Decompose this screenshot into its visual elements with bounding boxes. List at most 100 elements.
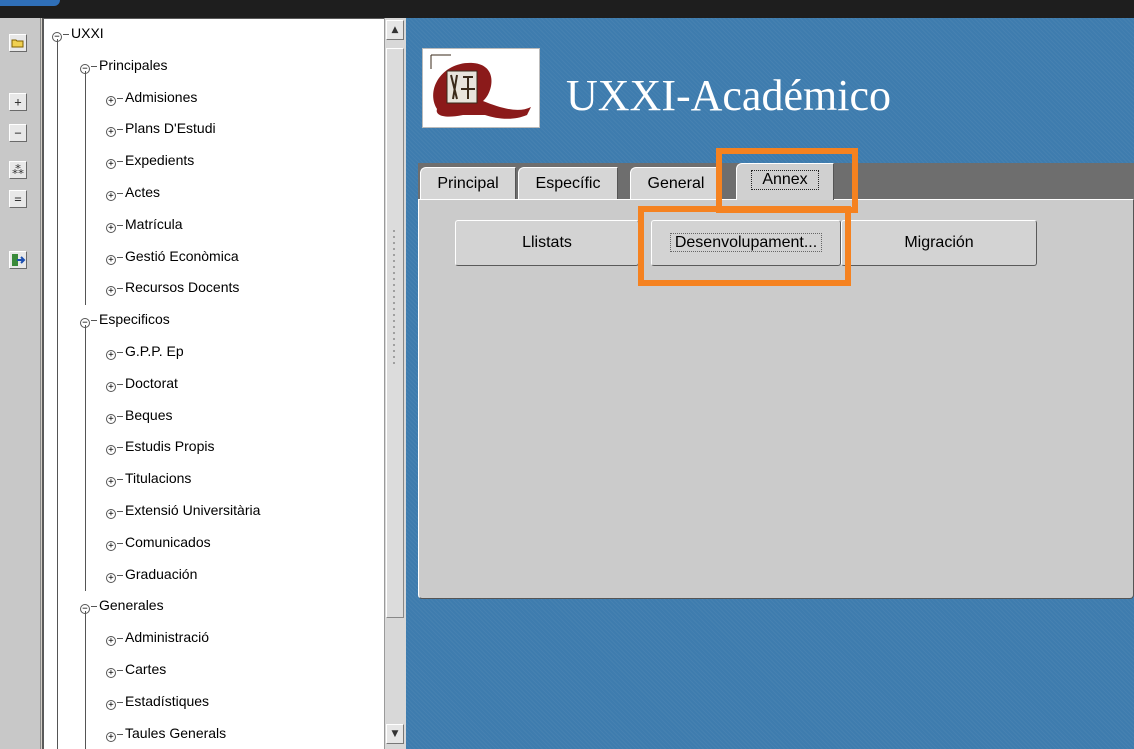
tree-scrollbar[interactable]: ▲ ▼: [384, 18, 406, 749]
tree-node-label: Gestió Econòmica: [125, 248, 239, 264]
uxxi-logo-icon: [422, 48, 540, 128]
expand-node-icon[interactable]: +: [106, 414, 116, 424]
tree-connector: [117, 97, 123, 99]
expand-node-icon[interactable]: +: [106, 223, 116, 233]
expand-node-icon[interactable]: +: [106, 350, 116, 360]
tree-item[interactable]: + Estadístiques: [106, 691, 209, 711]
desenvolupament-button-label: Desenvolupament...: [669, 233, 823, 252]
tree-node-label: Generales: [99, 597, 164, 613]
expand-node-icon[interactable]: +: [106, 541, 116, 551]
expand-node-icon[interactable]: +: [106, 668, 116, 678]
tree-item[interactable]: + Matrícula: [106, 214, 183, 234]
tab-especific[interactable]: Específic: [518, 167, 618, 199]
tree-group-especificos[interactable]: − Especificos: [80, 309, 170, 329]
tree-item[interactable]: + Titulacions: [106, 468, 191, 488]
expand-node-icon[interactable]: +: [106, 636, 116, 646]
tree-branch-line: [85, 325, 86, 591]
tree-item[interactable]: + Cartes: [106, 659, 166, 679]
tab-annex-label: Annex: [751, 170, 819, 190]
expand-node-icon[interactable]: +: [106, 96, 116, 106]
tab-general[interactable]: General: [630, 167, 722, 199]
tab-strip: Principal Específic General Annex: [418, 163, 1134, 200]
tree-connector: [117, 192, 123, 194]
expand-node-icon[interactable]: +: [106, 700, 116, 710]
expand-icon[interactable]: +: [9, 93, 27, 111]
expand-node-icon[interactable]: +: [106, 255, 116, 265]
tree-item[interactable]: + Comunicados: [106, 532, 211, 552]
tree-node-root[interactable]: − UXXI: [52, 23, 104, 43]
tree-item[interactable]: + Doctorat: [106, 373, 178, 393]
open-folder-icon[interactable]: [9, 34, 27, 52]
expand-node-icon[interactable]: +: [106, 573, 116, 583]
tree-connector: [117, 224, 123, 226]
annex-tab-panel: Llistats Desenvolupament... Migración: [418, 199, 1134, 599]
tree-connector: [117, 351, 123, 353]
tree-node-label: Estudis Propis: [125, 438, 215, 454]
tree-node-label: Estadístiques: [125, 693, 210, 709]
scroll-down-arrow-icon[interactable]: ▼: [386, 724, 404, 744]
tree-node-label: Recursos Docents: [125, 279, 240, 295]
tree-connector: [117, 669, 123, 671]
tree-node-label: Doctorat: [125, 375, 178, 391]
tree-node-label: Plans D'Estudi: [125, 120, 216, 136]
window-top-bar: [0, 0, 1134, 18]
tree-item[interactable]: + Taules Generals: [106, 723, 226, 743]
tree-item[interactable]: + Gestió Econòmica: [106, 246, 239, 266]
tree-connector: [117, 574, 123, 576]
expand-node-icon[interactable]: +: [106, 159, 116, 169]
expand-all-icon[interactable]: ⁂: [9, 161, 27, 179]
llistats-button[interactable]: Llistats: [455, 220, 639, 266]
tree-root-line: [57, 39, 58, 749]
tree-group-generales[interactable]: − Generales: [80, 595, 164, 615]
tree-item[interactable]: + Expedients: [106, 150, 194, 170]
tree-connector: [117, 733, 123, 735]
tree-toolbar: + − ⁂ =: [0, 18, 41, 749]
tree-node-label: Extensió Universitària: [125, 502, 261, 518]
tree-item[interactable]: + Estudis Propis: [106, 436, 214, 456]
expand-node-icon[interactable]: +: [106, 445, 116, 455]
expand-node-icon[interactable]: +: [106, 382, 116, 392]
tree-item[interactable]: + Recursos Docents: [106, 277, 239, 297]
tree-item[interactable]: + Graduación: [106, 564, 197, 584]
tree-item[interactable]: + G.P.P. Ep: [106, 341, 184, 361]
expand-node-icon[interactable]: +: [106, 127, 116, 137]
expand-node-icon[interactable]: +: [106, 286, 116, 296]
scroll-up-arrow-icon[interactable]: ▲: [386, 20, 404, 40]
tree-item[interactable]: + Extensió Universitària: [106, 500, 260, 520]
top-bar-accent: [0, 0, 60, 6]
tree-item[interactable]: + Plans D'Estudi: [106, 118, 216, 138]
tree-connector: [117, 383, 123, 385]
migracion-button[interactable]: Migración: [841, 220, 1037, 266]
expand-node-icon[interactable]: +: [106, 477, 116, 487]
tree-connector: [117, 160, 123, 162]
tree-item[interactable]: + Admisiones: [106, 87, 197, 107]
expand-node-icon[interactable]: +: [106, 732, 116, 742]
expand-node-icon[interactable]: +: [106, 509, 116, 519]
tree-item[interactable]: + Administració: [106, 627, 209, 647]
tree-connector: [117, 256, 123, 258]
tab-principal[interactable]: Principal: [420, 167, 516, 199]
tree-connector: [117, 637, 123, 639]
panel-resize-grip[interactable]: [391, 228, 397, 368]
collapse-all-icon[interactable]: =: [9, 190, 27, 208]
expand-node-icon[interactable]: +: [106, 191, 116, 201]
tab-annex[interactable]: Annex: [736, 163, 834, 200]
tree-item[interactable]: + Beques: [106, 405, 172, 425]
navigation-tree: − UXXI − Principales + Admisiones + Plans D'Est…: [42, 18, 384, 749]
tree-connector: [117, 287, 123, 289]
tree-connector: [117, 701, 123, 703]
tree-node-label: Principales: [99, 57, 168, 73]
tree-node-label: Comunicados: [125, 534, 211, 550]
main-panel: UXXI-Académico Principal Específic Gener…: [406, 18, 1134, 749]
tree-node-label: Administració: [125, 629, 210, 645]
tree-node-label: Actes: [125, 184, 161, 200]
collapse-icon[interactable]: −: [9, 124, 27, 142]
exit-icon[interactable]: [9, 251, 27, 269]
tree-node-label: Titulacions: [125, 470, 192, 486]
tree-group-principales[interactable]: − Principales: [80, 55, 167, 75]
tree-node-label: Beques: [125, 407, 173, 423]
tree-connector: [117, 542, 123, 544]
tree-item[interactable]: + Actes: [106, 182, 160, 202]
tree-connector: [117, 128, 123, 130]
desenvolupament-button[interactable]: Desenvolupament...: [651, 220, 841, 266]
